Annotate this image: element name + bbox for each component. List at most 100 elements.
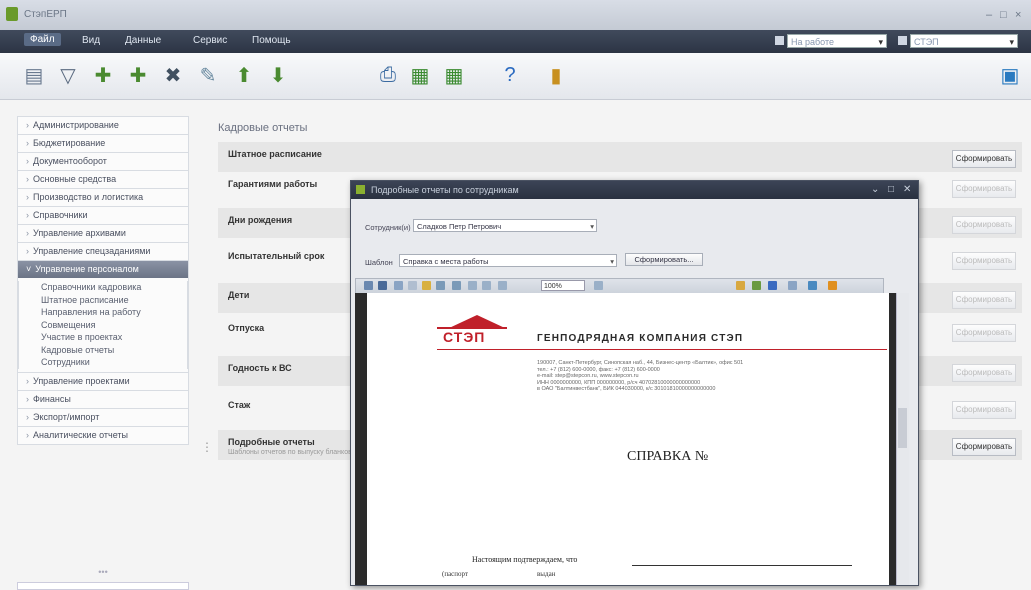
generate-report-button[interactable]: Сформировать xyxy=(952,401,1016,419)
zoom-in-icon[interactable] xyxy=(482,281,491,290)
exit-icon[interactable]: ▮ xyxy=(542,61,570,89)
zoom-select[interactable]: 100% xyxy=(541,280,585,291)
report-icon[interactable]: ▤ xyxy=(20,61,48,89)
sidebar-subitem[interactable]: Сотрудники xyxy=(18,356,188,369)
sidebar-item-export[interactable]: › Экспорт/импорт xyxy=(17,407,189,426)
export-doc-icon[interactable] xyxy=(768,281,777,290)
employee-select[interactable]: Сладков Петр Петрович ▾ xyxy=(413,219,597,232)
search-icon[interactable] xyxy=(594,281,603,290)
report-name: Отпуска xyxy=(228,323,265,333)
document-passport: (паспорт xyxy=(442,570,469,578)
template-select[interactable]: Справка с места работы ▾ xyxy=(399,254,617,267)
generate-report-button[interactable]: Сформировать xyxy=(952,252,1016,270)
company-icon xyxy=(898,36,907,45)
sidebar-subitem[interactable]: Штатное расписание xyxy=(18,293,188,306)
sidebar-item-finance[interactable]: › Финансы xyxy=(17,389,189,408)
generate-report-button[interactable]: Сформировать xyxy=(952,216,1016,234)
chevron-right-icon: › xyxy=(26,411,29,422)
generate-report-button[interactable]: Сформировать xyxy=(952,324,1016,342)
sidebar-item-label: Справочники xyxy=(33,210,88,220)
sidebar-item-documents[interactable]: › Документооборот xyxy=(17,152,189,170)
sidebar-subitem[interactable]: Направления на работу xyxy=(18,306,188,319)
sidebar-item-references[interactable]: › Справочники xyxy=(17,206,189,224)
sidebar-item-special[interactable]: › Управление спецзаданиями xyxy=(17,242,189,260)
save-icon[interactable] xyxy=(378,281,387,290)
calendar-icon[interactable]: ▣ xyxy=(996,61,1024,89)
filter-icon[interactable]: ▽ xyxy=(54,61,82,89)
page-setup-icon[interactable] xyxy=(408,281,417,290)
menu-view[interactable]: Вид xyxy=(82,35,100,46)
export-xls-icon[interactable] xyxy=(752,281,761,290)
dialog-close-icon[interactable]: ✕ xyxy=(903,184,911,195)
minimize-icon[interactable]: – xyxy=(986,9,992,21)
help-icon[interactable]: ? xyxy=(496,61,524,89)
splitter-handle[interactable]: ⋮ xyxy=(201,440,213,454)
dialog-maximize-icon[interactable]: □ xyxy=(888,184,894,195)
delete-icon[interactable]: ✖ xyxy=(159,61,187,89)
add-copy-icon[interactable]: ✚ xyxy=(124,61,152,89)
export-icon[interactable] xyxy=(736,281,745,290)
menu-help[interactable]: Помощь xyxy=(252,35,291,46)
prev-page-icon[interactable] xyxy=(436,281,445,290)
sidebar-item-label: Экспорт/импорт xyxy=(33,411,100,422)
sidebar-collapse-handle[interactable]: ••• xyxy=(17,567,189,577)
zoom-value: 100% xyxy=(544,283,562,290)
form-button[interactable]: Сформировать... xyxy=(625,253,703,266)
generate-report-button[interactable]: Сформировать xyxy=(952,438,1016,456)
email-icon[interactable] xyxy=(788,281,797,290)
header-divider xyxy=(437,349,887,350)
chevron-right-icon: › xyxy=(26,192,29,202)
sidebar-item-assets[interactable]: › Основные средства xyxy=(17,170,189,188)
sidebar-subitem[interactable]: Совмещения xyxy=(18,318,188,331)
close-icon[interactable]: × xyxy=(1015,9,1021,21)
sidebar-subitem[interactable]: Справочники кадровика xyxy=(18,281,188,294)
document-fill-line xyxy=(632,565,852,566)
generate-report-button[interactable]: Сформировать xyxy=(952,291,1016,309)
generate-report-button[interactable]: Сформировать xyxy=(952,150,1016,168)
sidebar-subitem[interactable]: Участие в проектах xyxy=(18,331,188,344)
status-select[interactable]: На работе ▾ xyxy=(787,34,887,48)
print-icon[interactable] xyxy=(364,281,373,290)
chevron-down-icon: ▾ xyxy=(1009,37,1014,47)
scrollbar-thumb[interactable] xyxy=(898,408,907,448)
sidebar-item-projects[interactable]: › Управление проектами xyxy=(17,371,189,390)
generate-report-button[interactable]: Сформировать xyxy=(952,180,1016,198)
add-icon[interactable]: ✚ xyxy=(89,61,117,89)
sidebar-item-archives[interactable]: › Управление архивами xyxy=(17,224,189,242)
sidebar-item-label: Основные средства xyxy=(33,174,117,184)
move-up-icon[interactable]: ⬆ xyxy=(230,61,258,89)
sidebar-item-analytics[interactable]: › Аналитические отчеты xyxy=(17,425,189,445)
import-excel-icon[interactable]: ▦ xyxy=(440,61,468,89)
watermark-icon[interactable] xyxy=(808,281,817,290)
print-icon[interactable]: ⎙ xyxy=(374,61,402,89)
zoom-out-icon[interactable] xyxy=(468,281,477,290)
chevron-right-icon: › xyxy=(26,138,29,148)
edit-icon[interactable]: ✎ xyxy=(194,61,222,89)
move-down-icon[interactable]: ⬇ xyxy=(264,61,292,89)
sidebar-subitem[interactable]: Кадровые отчеты xyxy=(18,343,188,356)
maximize-icon[interactable]: □ xyxy=(1000,9,1007,21)
open-icon[interactable] xyxy=(394,281,403,290)
generate-report-button[interactable]: Сформировать xyxy=(952,364,1016,382)
company-name: ГЕНПОДРЯДНАЯ КОМПАНИЯ СТЭП xyxy=(537,333,744,344)
dialog-titlebar[interactable]: Подробные отчеты по сотрудникам ⌄ □ ✕ xyxy=(351,181,918,199)
menu-data[interactable]: Данные xyxy=(125,35,161,46)
menu-file[interactable]: Файл xyxy=(24,33,61,46)
sidebar-item-label: Управление спецзаданиями xyxy=(33,246,151,256)
company-select[interactable]: СТЭП ▾ xyxy=(910,34,1018,48)
viewer-scrollbar[interactable] xyxy=(896,293,909,585)
menu-service[interactable]: Сервис xyxy=(193,35,227,46)
sidebar-item-label: Управление проектами xyxy=(33,375,130,386)
zoom-fit-icon[interactable] xyxy=(498,281,507,290)
next-page-icon[interactable] xyxy=(452,281,461,290)
sidebar-item-budgeting[interactable]: › Бюджетирование xyxy=(17,134,189,152)
chevron-right-icon: › xyxy=(26,393,29,404)
first-page-icon[interactable] xyxy=(422,281,431,290)
sidebar-item-production[interactable]: › Производство и логистика xyxy=(17,188,189,206)
dialog-minimize-icon[interactable]: ⌄ xyxy=(871,184,879,195)
chevron-down-icon: ▾ xyxy=(610,257,614,266)
export-excel-icon[interactable]: ▦ xyxy=(406,61,434,89)
settings-icon[interactable] xyxy=(828,281,837,290)
sidebar-item-personnel[interactable]: ˅ Управление персоналом xyxy=(17,260,189,278)
sidebar-item-administration[interactable]: › Администрирование xyxy=(17,116,189,134)
